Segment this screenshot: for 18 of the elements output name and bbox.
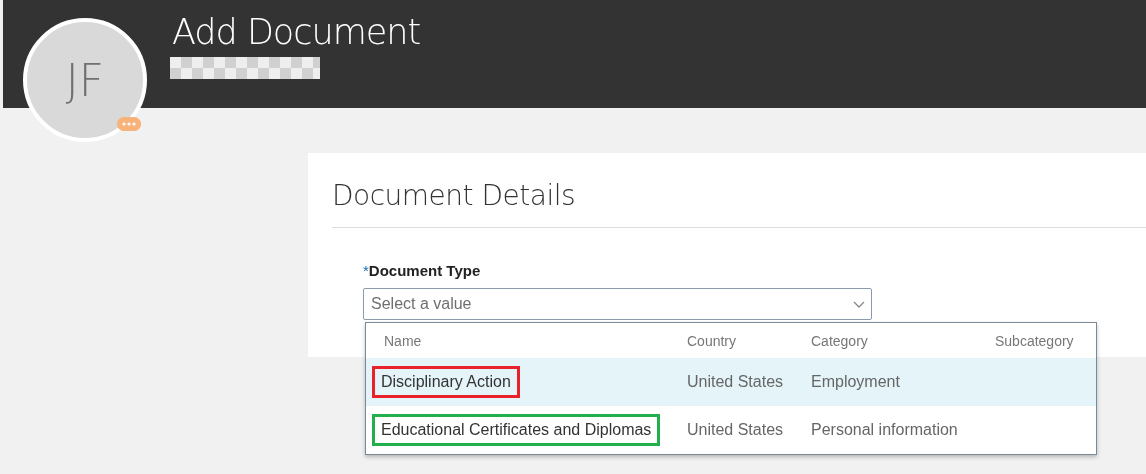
option-name: Disciplinary Action	[372, 366, 520, 398]
column-header: Category	[811, 332, 869, 349]
option-category: Employment	[811, 373, 901, 391]
column-header: Country	[687, 332, 738, 349]
option-row[interactable]: Disciplinary Action United States Employment	[366, 358, 1096, 406]
option-country: United States	[687, 421, 785, 439]
column-header: Subcategory	[995, 332, 1074, 349]
option-row[interactable]: Educational Certificates and Diplomas United States Personal information	[366, 406, 1096, 454]
option-name: Educational Certificates and Diplomas	[372, 414, 661, 446]
field-label: Document Type	[368, 262, 481, 279]
option-category: Personal information	[811, 421, 959, 439]
more-icon[interactable]	[117, 117, 141, 131]
avatar-initials: JF	[23, 18, 147, 142]
page-title: Add Document	[172, 12, 421, 52]
column-header: Name	[383, 332, 423, 349]
required-mark: *	[363, 262, 369, 279]
option-country: United States	[687, 373, 785, 391]
select-field[interactable]: Select a value	[363, 288, 872, 320]
